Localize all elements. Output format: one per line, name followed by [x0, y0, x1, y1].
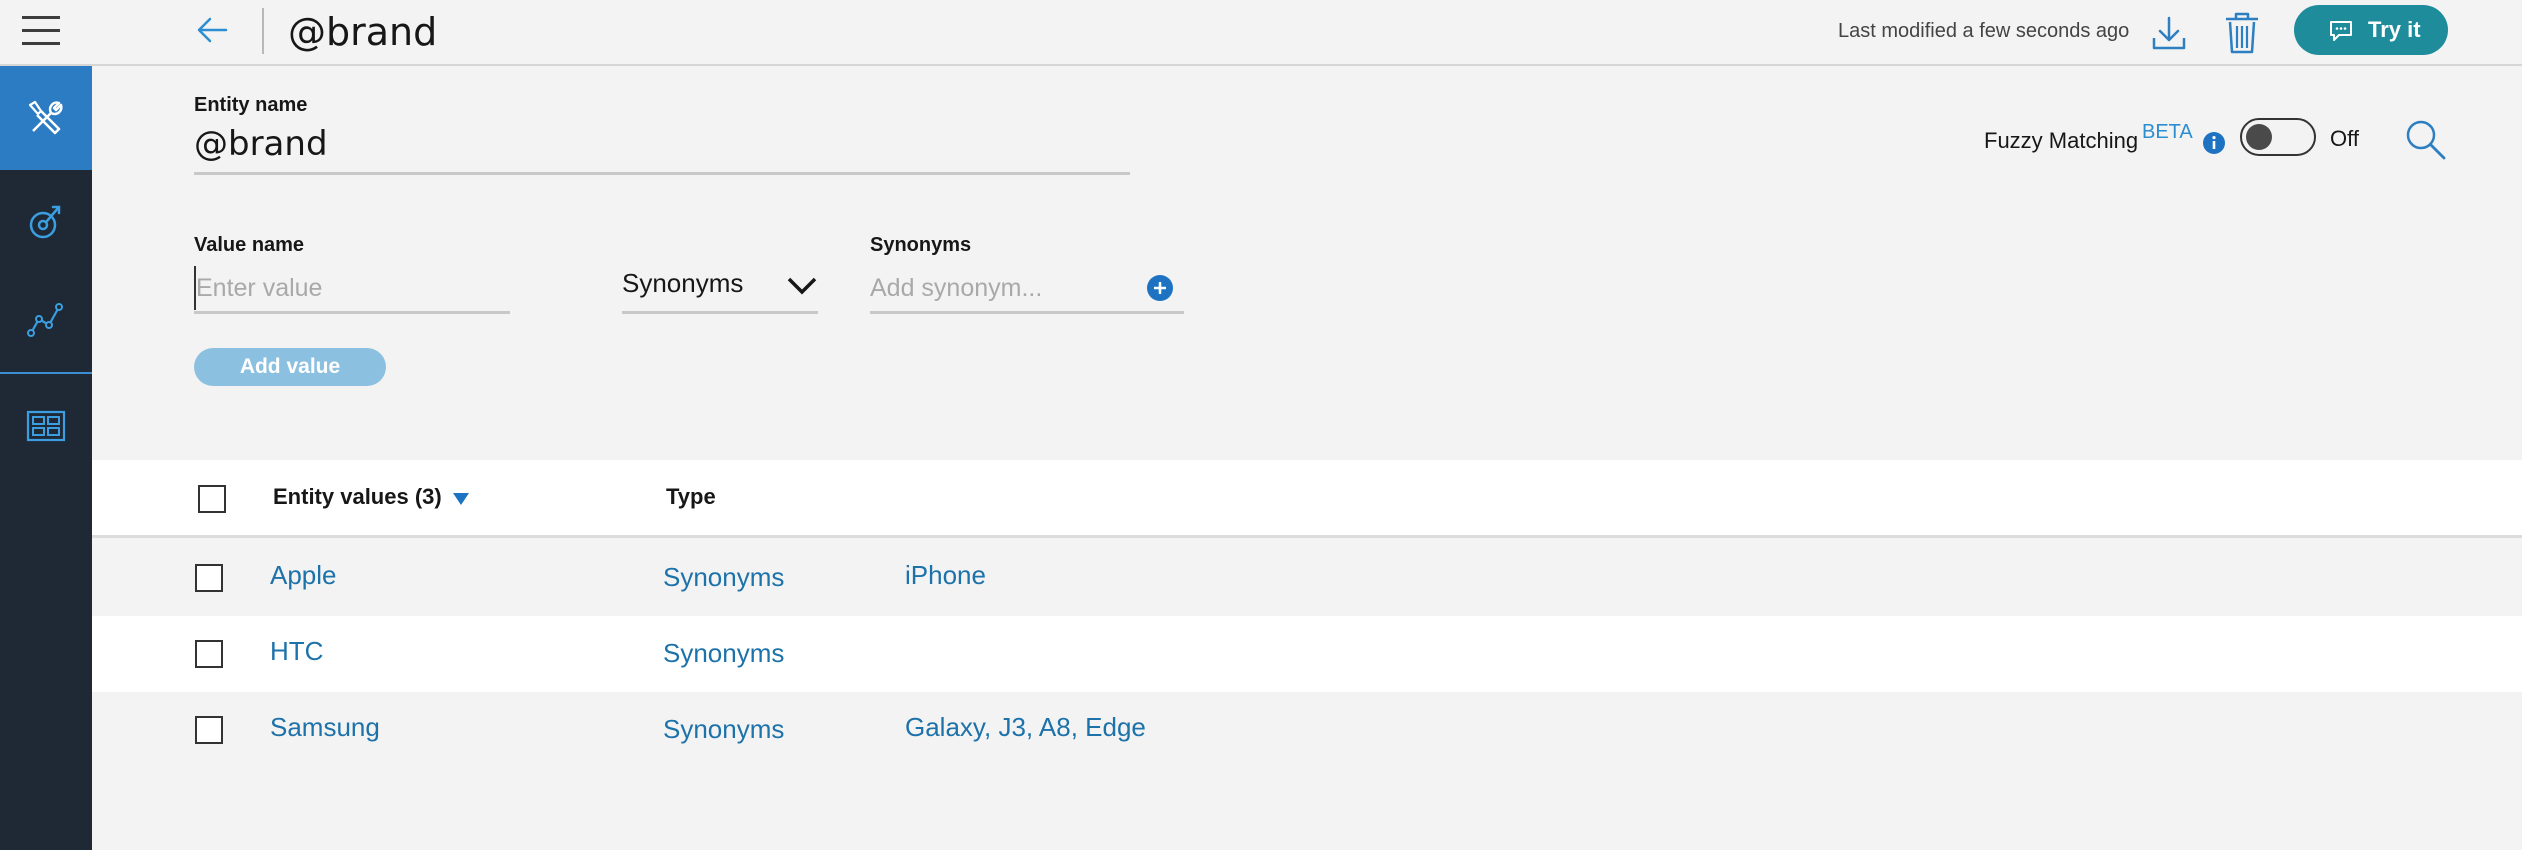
add-value-button[interactable]: Add value — [194, 348, 386, 386]
info-icon[interactable] — [2202, 131, 2226, 155]
table-row: Samsung Synonyms Galaxy, J3, A8, Edge — [92, 692, 2522, 768]
table-row: Apple Synonyms iPhone — [92, 540, 2522, 616]
entity-type-link[interactable]: Synonyms — [663, 714, 784, 745]
delete-button[interactable] — [2222, 10, 2262, 56]
toggle-state-label: Off — [2330, 126, 2359, 151]
sidebar — [0, 66, 92, 850]
improve-icon — [29, 205, 61, 239]
top-bar: @brand Last modified a few seconds ago T… — [0, 0, 2522, 66]
sort-down-icon[interactable] — [452, 492, 470, 506]
download-button[interactable] — [2148, 12, 2190, 54]
download-icon — [2152, 16, 2186, 50]
synonym-underline — [870, 311, 1184, 314]
fuzzy-matching-toggle[interactable] — [2240, 118, 2316, 156]
entity-value-link[interactable]: Apple — [270, 560, 337, 591]
value-name-label: Value name — [194, 234, 305, 256]
entity-synonyms[interactable]: iPhone — [905, 560, 986, 591]
synonyms-label: Synonyms — [870, 234, 972, 256]
analytics-icon — [27, 303, 63, 337]
hamburger-line — [22, 29, 60, 32]
sidebar-item-improve[interactable] — [0, 170, 92, 274]
sidebar-item-build[interactable] — [0, 66, 92, 170]
entity-type-link[interactable]: Synonyms — [663, 638, 784, 669]
trash-icon — [2226, 12, 2258, 54]
row-checkbox[interactable] — [195, 564, 223, 592]
plus-circle-icon — [1147, 275, 1173, 301]
type-select-underline — [622, 311, 818, 314]
last-modified-text: Last modified a few seconds ago — [1838, 20, 2130, 42]
row-checkbox[interactable] — [195, 640, 223, 668]
page-title: @brand — [288, 10, 438, 54]
type-select[interactable]: Synonyms — [622, 264, 818, 310]
beta-badge: BETA — [2142, 121, 2193, 143]
tools-icon — [28, 100, 63, 135]
entity-value-link[interactable]: Samsung — [270, 712, 380, 743]
synonym-input[interactable] — [870, 266, 1130, 310]
back-button[interactable] — [192, 12, 232, 48]
try-it-label: Try it — [2368, 17, 2421, 42]
try-it-button[interactable]: Try it — [2294, 5, 2448, 55]
sidebar-item-analytics[interactable] — [0, 268, 92, 372]
select-all-checkbox[interactable] — [198, 485, 226, 513]
search-icon — [2406, 120, 2446, 160]
value-name-underline — [194, 311, 510, 314]
chevron-down-icon — [787, 277, 817, 295]
search-button[interactable] — [2404, 118, 2448, 162]
entity-name-field[interactable]: @brand — [194, 124, 328, 164]
hamburger-line — [22, 42, 60, 45]
add-synonym-button[interactable] — [1146, 274, 1174, 302]
chat-bubble-icon — [2330, 21, 2352, 41]
hamburger-menu-button[interactable] — [22, 14, 62, 50]
type-select-value: Synonyms — [622, 268, 744, 298]
arrow-left-icon — [197, 17, 228, 43]
dashboard-icon — [26, 410, 66, 442]
entity-type-link[interactable]: Synonyms — [663, 562, 784, 593]
table-header: Entity values (3) Type — [92, 460, 2522, 538]
entity-synonyms[interactable]: Galaxy, J3, A8, Edge — [905, 712, 1146, 743]
column-header-type: Type — [666, 484, 716, 509]
info-circle-icon — [2203, 132, 2225, 154]
entity-name-underline — [194, 172, 1130, 175]
entity-value-link[interactable]: HTC — [270, 636, 323, 667]
fuzzy-matching-label: Fuzzy Matching — [1984, 128, 2139, 153]
row-checkbox[interactable] — [195, 716, 223, 744]
hamburger-line — [22, 16, 60, 19]
toggle-knob — [2246, 124, 2272, 150]
entity-name-label: Entity name — [194, 94, 308, 116]
sidebar-item-dashboard[interactable] — [0, 374, 92, 478]
value-name-input[interactable] — [194, 266, 512, 310]
column-header-entity-values[interactable]: Entity values (3) — [273, 484, 442, 510]
header-divider — [262, 8, 264, 54]
table-row: HTC Synonyms — [92, 616, 2522, 692]
